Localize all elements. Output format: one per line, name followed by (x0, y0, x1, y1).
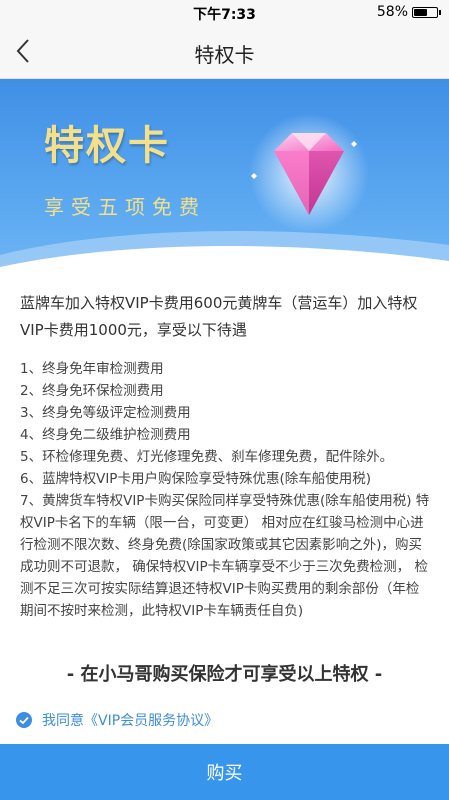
benefit-item: 5、环检修理免费、灯光修理免费、刹车修理免费，配件除外。 (20, 449, 394, 465)
intro-text: 蓝牌车加入特权VIP卡费用600元黄牌车（营运车）加入特权VIP卡费用1000元… (20, 294, 418, 339)
battery-indicator: 58% (377, 4, 441, 20)
benefit-item: 2、终身免环保检测费用 (20, 383, 164, 399)
insurance-notice: - 在小马哥购买保险才可享受以上特权 - (66, 664, 383, 685)
benefit-item: 7、黄牌货车特权VIP卡购买保险同样享受特殊优惠(除车船使用税) 特权VIP卡名… (20, 493, 430, 619)
battery-fill (414, 8, 427, 16)
benefit-item: 1、终身免年审检测费用 (20, 361, 164, 377)
benefit-item: 6、蓝牌特权VIP卡用户购保险享受特殊优惠(除车船使用税) (20, 471, 371, 487)
benefit-item: 4、终身免二级维护检测费用 (20, 427, 191, 443)
privilege-content: 蓝牌车加入特权VIP卡费用600元黄牌车（营运车）加入特权VIP卡费用1000元… (20, 290, 432, 622)
status-bar: 下午7:33 58% (0, 0, 449, 24)
battery-percent: 58% (376, 4, 408, 20)
agreement-row: 我同意《VIP会员服务协议》 (16, 710, 218, 730)
benefit-list: 1、终身免年审检测费用 2、终身免环保检测费用 3、终身免等级评定检测费用 4、… (20, 358, 432, 622)
battery-icon (412, 6, 438, 18)
vip-agreement-link[interactable]: 我同意《VIP会员服务协议》 (42, 710, 218, 730)
buy-button[interactable]: 购买 (0, 744, 449, 800)
banner: 特权卡 享受五项免费 (0, 79, 449, 275)
battery-tip (439, 9, 441, 15)
banner-title: 特权卡 (44, 123, 170, 169)
checkbox-checked-icon[interactable] (16, 712, 32, 728)
banner-wave (0, 231, 449, 275)
page-title: 特权卡 (194, 43, 255, 67)
benefit-item: 3、终身免等级评定检测费用 (20, 405, 191, 421)
nav-bar: 特权卡 (0, 24, 449, 79)
